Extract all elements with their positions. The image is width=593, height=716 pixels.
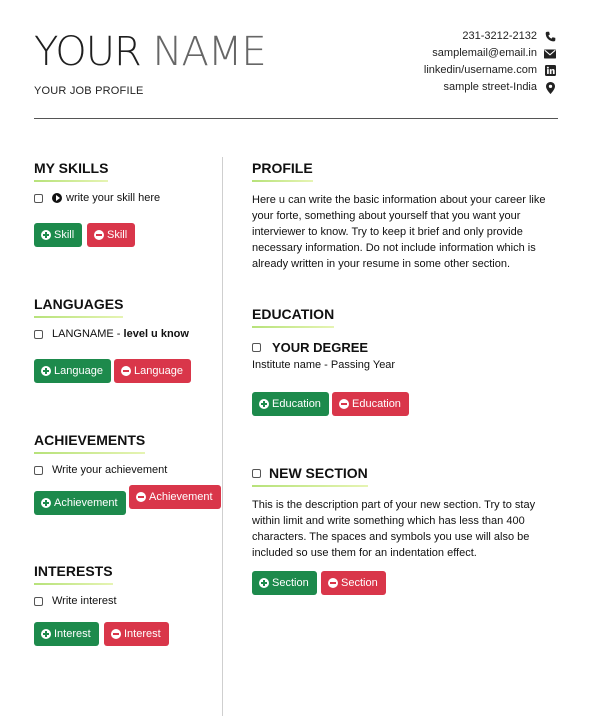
new-section-title: NEW SECTION (252, 465, 368, 487)
plus-circle-icon (41, 629, 51, 639)
education-checkbox[interactable] (252, 343, 261, 352)
add-interest-label: Interest (54, 628, 91, 640)
language-item: LANGNAME - level u know (34, 328, 189, 340)
achievement-checkbox[interactable] (34, 465, 43, 475)
degree-text[interactable]: YOUR DEGREE (272, 340, 368, 355)
plus-circle-icon (41, 498, 51, 508)
remove-achievement-button[interactable]: Achievement (129, 485, 221, 509)
remove-section-button[interactable]: Section (321, 571, 386, 595)
add-section-button[interactable]: Section (252, 571, 317, 595)
institute-text[interactable]: Institute name - Passing Year (252, 359, 395, 371)
achievement-text[interactable]: Write your achievement (52, 464, 167, 476)
linkedin-icon (543, 65, 557, 76)
add-language-label: Language (54, 365, 103, 377)
add-section-label: Section (272, 577, 309, 589)
add-education-button[interactable]: Education (252, 392, 329, 416)
add-achievement-label: Achievement (54, 497, 118, 509)
skills-title: MY SKILLS (34, 160, 108, 182)
plus-circle-icon (41, 366, 51, 376)
address-text: sample street-India (443, 81, 537, 93)
arrow-circle-right-icon (52, 193, 62, 203)
remove-interest-button[interactable]: Interest (104, 622, 169, 646)
education-item: YOUR DEGREE (252, 340, 368, 355)
job-profile: YOUR JOB PROFILE (34, 85, 144, 97)
remove-language-button[interactable]: Language (114, 359, 191, 383)
interest-text[interactable]: Write interest (52, 595, 117, 607)
contact-phone: 231-3212-2132 (424, 28, 557, 45)
skill-text[interactable]: write your skill here (66, 192, 160, 204)
remove-education-label: Education (352, 398, 401, 410)
header-divider (34, 118, 558, 119)
envelope-icon (543, 49, 557, 59)
phone-icon (543, 31, 557, 42)
minus-circle-icon (111, 629, 121, 639)
minus-circle-icon (94, 230, 104, 240)
new-section-text[interactable]: This is the description part of your new… (252, 497, 552, 561)
add-language-button[interactable]: Language (34, 359, 111, 383)
add-skill-label: Skill (54, 229, 75, 241)
linkedin-text: linkedin/username.com (423, 64, 537, 76)
contact-list: 231-3212-2132 samplemail@email.in linked… (424, 28, 557, 96)
achievements-title: ACHIEVEMENTS (34, 432, 145, 454)
remove-achievement-label: Achievement (149, 491, 213, 503)
plus-circle-icon (41, 230, 51, 240)
column-divider (222, 157, 223, 716)
language-checkbox[interactable] (34, 329, 43, 339)
plus-circle-icon (259, 578, 269, 588)
new-section-checkbox[interactable] (252, 468, 261, 478)
minus-circle-icon (328, 578, 338, 588)
minus-circle-icon (121, 366, 131, 376)
remove-skill-button[interactable]: Skill (87, 223, 136, 247)
language-level[interactable]: level u know (124, 328, 189, 340)
languages-title: LANGUAGES (34, 296, 123, 318)
last-name: NAME (152, 29, 267, 75)
profile-text[interactable]: Here u can write the basic information a… (252, 192, 552, 272)
achievement-item: Write your achievement (34, 464, 167, 476)
plus-circle-icon (259, 399, 269, 409)
contact-email: samplemail@email.in (424, 45, 557, 62)
map-marker-icon (543, 81, 557, 94)
language-name[interactable]: LANGNAME (52, 328, 114, 340)
minus-circle-icon (136, 492, 146, 502)
add-skill-button[interactable]: Skill (34, 223, 83, 247)
remove-education-button[interactable]: Education (332, 392, 409, 416)
remove-language-label: Language (134, 365, 183, 377)
contact-address: sample street-India (424, 79, 557, 96)
remove-skill-label: Skill (107, 229, 128, 241)
add-achievement-button[interactable]: Achievement (34, 491, 126, 515)
first-name: YOUR (34, 29, 142, 75)
skill-item: write your skill here (34, 192, 160, 204)
skill-checkbox[interactable] (34, 193, 43, 203)
interests-title: INTERESTS (34, 563, 113, 585)
remove-section-label: Section (341, 577, 378, 589)
name-heading: YOUR NAME (34, 29, 267, 75)
minus-circle-icon (339, 399, 349, 409)
contact-linkedin: linkedin/username.com (424, 62, 557, 79)
interest-checkbox[interactable] (34, 596, 43, 606)
add-education-label: Education (272, 398, 321, 410)
education-title: EDUCATION (252, 306, 334, 328)
phone-text: 231-3212-2132 (462, 30, 537, 42)
add-interest-button[interactable]: Interest (34, 622, 99, 646)
profile-title: PROFILE (252, 160, 313, 182)
interest-item: Write interest (34, 595, 117, 607)
email-text: samplemail@email.in (432, 47, 537, 59)
remove-interest-label: Interest (124, 628, 161, 640)
language-separator: - (113, 328, 124, 340)
